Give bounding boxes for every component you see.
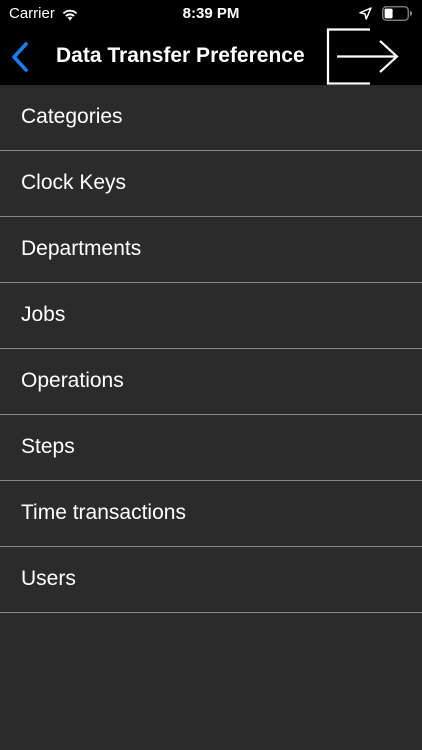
list-item-label: Time transactions: [21, 501, 186, 524]
list-item-jobs[interactable]: Jobs: [0, 283, 422, 349]
battery-icon: [382, 6, 413, 21]
list-item-operations[interactable]: Operations: [0, 349, 422, 415]
export-arrow-icon: [326, 28, 404, 85]
list-item-label: Categories: [21, 105, 123, 128]
screen: Carrier 8:39 PM Data Transfer Preference…: [0, 0, 422, 750]
data-type-list: Categories Clock Keys Departments Jobs O…: [0, 85, 422, 613]
navigation-bar: Data Transfer Preference: [0, 28, 422, 85]
list-item-label: Users: [21, 567, 76, 590]
back-button[interactable]: [8, 41, 34, 73]
list-item-label: Steps: [21, 435, 75, 458]
list-item-categories[interactable]: Categories: [0, 85, 422, 151]
list-item-steps[interactable]: Steps: [0, 415, 422, 481]
list-item-label: Jobs: [21, 303, 66, 326]
page-title: Data Transfer Preference: [56, 44, 305, 67]
list-item-label: Departments: [21, 237, 142, 260]
list-item-time-transactions[interactable]: Time transactions: [0, 481, 422, 547]
status-bar: Carrier 8:39 PM: [0, 0, 422, 28]
list-item-users[interactable]: Users: [0, 547, 422, 613]
location-arrow-icon: [359, 7, 372, 20]
list-item-departments[interactable]: Departments: [0, 217, 422, 283]
chevron-left-icon: [8, 41, 34, 73]
list-item-clock-keys[interactable]: Clock Keys: [0, 151, 422, 217]
export-button[interactable]: [326, 28, 404, 85]
status-right-group: [359, 6, 413, 21]
list-item-label: Clock Keys: [21, 171, 127, 194]
list-item-label: Operations: [21, 369, 124, 392]
